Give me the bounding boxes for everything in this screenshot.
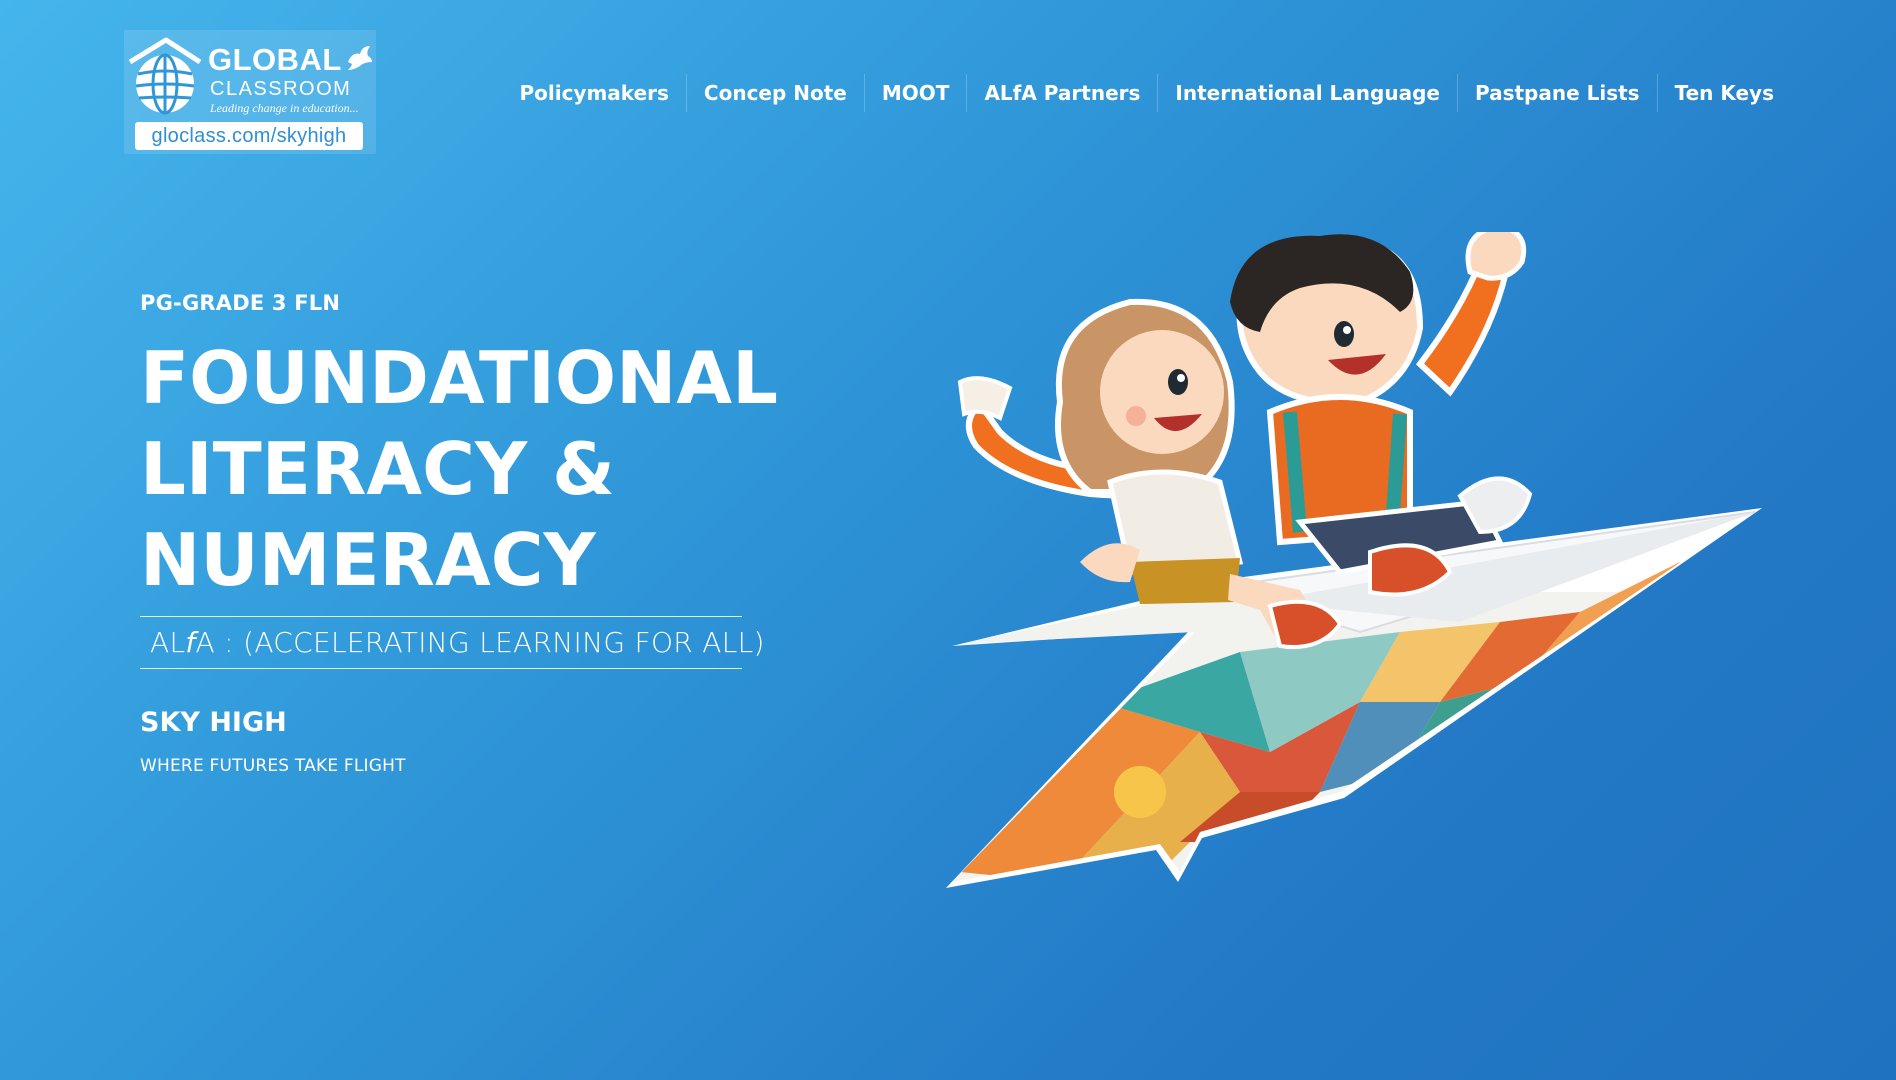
- tagline-title: SKY HIGH: [140, 707, 287, 739]
- boy-character: [1230, 232, 1533, 597]
- subheadline-italic: f: [185, 626, 196, 660]
- logo-url[interactable]: gloclass.com/skyhigh: [135, 122, 363, 150]
- headline-line-2: LITERACY &: [140, 427, 615, 512]
- tagline-subtitle: WHERE FUTURES TAKE FLIGHT: [140, 755, 406, 776]
- main-nav: Policymakers Concep Note MOOT ALfA Partn…: [502, 74, 1774, 112]
- subheadline-suffix: A : (ACCELERATING LEARNING FOR ALL): [195, 626, 765, 660]
- nav-concept-note[interactable]: Concep Note: [685, 74, 864, 112]
- headline-line-1: FOUNDATIONAL: [140, 336, 778, 421]
- logo-sub: CLASSROOM: [210, 78, 352, 100]
- hero-subheadline: ALfA : (ACCELERATING LEARNING FOR ALL): [150, 626, 765, 659]
- logo[interactable]: GLOBAL CLASSROOM Leading change in educa…: [124, 30, 376, 154]
- globe-house-icon: [128, 37, 202, 115]
- nav-ten-keys[interactable]: Ten Keys: [1656, 74, 1774, 112]
- subheadline-prefix: AL: [150, 626, 186, 660]
- nav-international-language[interactable]: International Language: [1157, 74, 1457, 112]
- nav-alfa-partners[interactable]: ALfA Partners: [966, 74, 1157, 112]
- nav-policymakers[interactable]: Policymakers: [502, 74, 685, 112]
- hero-headline: FOUNDATIONAL LITERACY & NUMERACY: [140, 333, 778, 606]
- nav-moot[interactable]: MOOT: [863, 74, 967, 112]
- headline-line-3: NUMERACY: [140, 518, 596, 603]
- hero-eyebrow: PG-GRADE 3 FLN: [140, 291, 341, 315]
- subheadline-box: ALfA : (ACCELERATING LEARNING FOR ALL): [140, 616, 764, 670]
- nav-pastpane-lists[interactable]: Pastpane Lists: [1456, 74, 1657, 112]
- logo-brand: GLOBAL: [208, 42, 342, 77]
- hero-section: PG-GRADE 3 FLN FOUNDATIONAL LITERACY & N…: [140, 290, 778, 776]
- dove-icon: [348, 46, 372, 70]
- logo-tagline: Leading change in education...: [210, 101, 359, 115]
- kids-paper-plane-illustration: [946, 232, 1762, 888]
